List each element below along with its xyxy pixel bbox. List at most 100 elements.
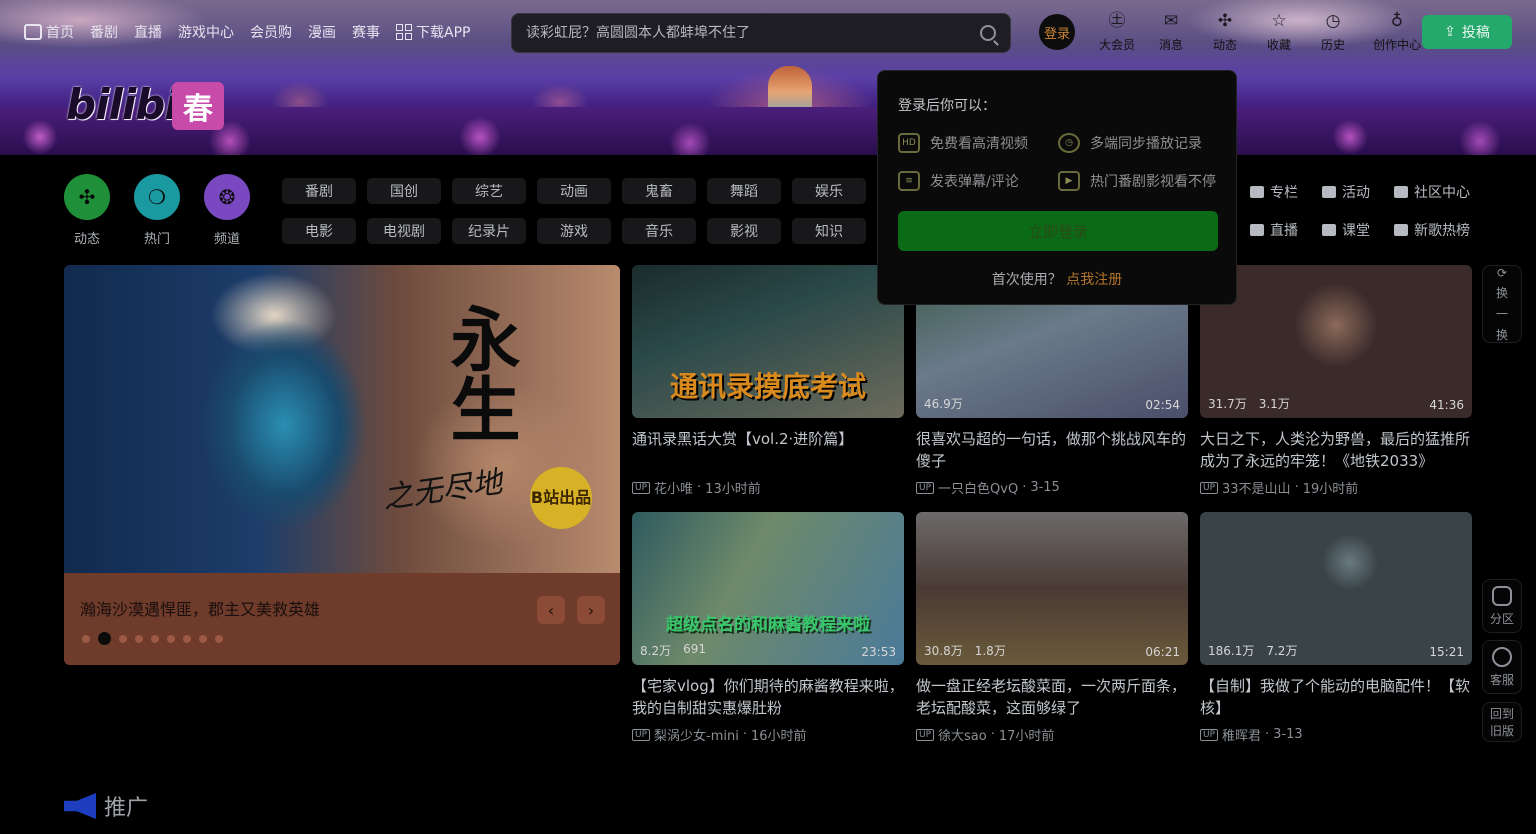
video-uploader[interactable]: 梨涡少女-mini	[654, 725, 739, 744]
tv-icon	[24, 24, 42, 40]
quick-channel[interactable]: ❂ 频道	[204, 174, 250, 247]
hero-next-button[interactable]: ›	[577, 596, 605, 624]
hero-dot[interactable]	[82, 634, 90, 643]
hero-dot[interactable]	[199, 634, 207, 643]
hero-caption[interactable]: 瀚海沙漠遇悍匪，郡主又美救英雄	[80, 596, 320, 620]
link-live[interactable]: 直播	[1250, 220, 1320, 240]
video-card[interactable]: 186.1万 7.2万 15:21 【自制】我做了个能动的电脑配件！【软核】 UP…	[1200, 512, 1472, 744]
category-animation[interactable]: 动画	[537, 178, 611, 204]
message-icon: ✉	[1163, 11, 1179, 31]
danmaku-count: 7.2万	[1266, 644, 1298, 658]
hero-dot[interactable]	[135, 634, 143, 643]
link-column[interactable]: 专栏	[1250, 182, 1320, 202]
danmaku-count: 1.8万	[974, 644, 1006, 658]
register-link[interactable]: 点我注册	[1066, 272, 1122, 288]
link-activity[interactable]: 活动	[1322, 182, 1392, 202]
video-title[interactable]: 【宅家vlog】你们期待的麻酱教程来啦，我的自制甜实惠爆肚粉	[632, 675, 904, 719]
video-uploader[interactable]: 花小唯	[654, 478, 693, 497]
video-title[interactable]: 大日之下，人类沦为野兽，最后的猛推所成为了永远的牢笼！《地铁2033》	[1200, 428, 1472, 472]
video-title[interactable]: 通讯录黑话大赏【vol.2·进阶篇】	[632, 428, 904, 472]
video-thumbnail[interactable]: 186.1万 7.2万 15:21	[1200, 512, 1472, 665]
top-nav: 首页 番剧 直播 游戏中心 会员购 漫画 赛事 下载APP	[24, 20, 470, 44]
play-icon: ▶	[1058, 171, 1080, 191]
partition-button[interactable]: 分区	[1482, 579, 1522, 633]
video-thumbnail[interactable]: 超级点名的和麻酱教程来啦 8.2万 691 23:53	[632, 512, 904, 665]
video-thumbnail[interactable]: 31.7万 3.1万 41:36	[1200, 265, 1472, 418]
nav-dynamic[interactable]: ✣ 动态	[1198, 10, 1252, 53]
category-game[interactable]: 游戏	[537, 218, 611, 244]
quick-dynamic[interactable]: ✣ 动态	[64, 174, 110, 247]
category-knowledge[interactable]: 知识	[792, 218, 866, 244]
feature-hd: HD 免费看高清视频	[898, 133, 1058, 153]
nav-manga[interactable]: 漫画	[308, 22, 336, 42]
search-input[interactable]	[526, 25, 980, 41]
video-stats: 30.8万 1.8万	[924, 642, 1006, 659]
hero-badge: B站出品	[530, 467, 592, 529]
video-thumbnail[interactable]: 30.8万 1.8万 06:21	[916, 512, 1188, 665]
category-guochuang[interactable]: 国创	[367, 178, 441, 204]
category-film[interactable]: 影视	[707, 218, 781, 244]
link-community[interactable]: 社区中心	[1394, 182, 1494, 202]
hero-dot[interactable]	[215, 634, 223, 643]
category-entertainment[interactable]: 娱乐	[792, 178, 866, 204]
quick-hot[interactable]: ❍ 热门	[134, 174, 180, 247]
history-icon: ◷	[1325, 11, 1341, 31]
video-card[interactable]: 超级点名的和麻酱教程来啦 8.2万 691 23:53 【宅家vlog】你们期待的…	[632, 512, 904, 744]
link-course[interactable]: 课堂	[1322, 220, 1392, 240]
video-title[interactable]: 【自制】我做了个能动的电脑配件！【软核】	[1200, 675, 1472, 719]
link-music-chart[interactable]: 新歌热榜	[1394, 220, 1494, 240]
category-music[interactable]: 音乐	[622, 218, 696, 244]
video-title[interactable]: 很喜欢马超的一句话，做那个挑战风车的傻子	[916, 428, 1188, 472]
video-uploader[interactable]: 稚晖君	[1222, 725, 1261, 744]
nav-vip[interactable]: ㊏大会员	[1090, 10, 1144, 53]
video-meta: UP 一只白色QvQ · 3-15	[916, 478, 1188, 497]
video-time: 17小时前	[998, 729, 1055, 744]
category-variety[interactable]: 综艺	[452, 178, 526, 204]
video-thumbnail[interactable]: 通讯录摸底考试	[632, 265, 904, 418]
refresh-button[interactable]: ⟳ 换 一 换	[1482, 265, 1522, 343]
hero-dot-active[interactable]	[98, 632, 111, 645]
nav-live[interactable]: 直播	[134, 22, 162, 42]
nav-bangumi[interactable]: 番剧	[90, 22, 118, 42]
nav-history[interactable]: ◷ 历史	[1306, 10, 1360, 53]
video-uploader[interactable]: 徐大sao	[938, 725, 987, 744]
up-tag: UP	[916, 728, 935, 741]
video-uploader[interactable]: 33不是山山	[1222, 478, 1291, 497]
old-version-button[interactable]: 回到 旧版	[1482, 702, 1522, 742]
login-avatar[interactable]: 登录	[1039, 14, 1075, 50]
nav-message[interactable]: ✉ 消息	[1144, 10, 1198, 53]
hero-image	[64, 265, 620, 575]
video-title[interactable]: 做一盘正经老坛酸菜面，一次两斤面条，老坛配酸菜，这面够绿了	[916, 675, 1188, 719]
video-meta: UP 花小唯 · 13小时前	[632, 478, 904, 497]
customer-service-button[interactable]: 客服	[1482, 640, 1522, 694]
nav-mall[interactable]: 会员购	[250, 22, 292, 42]
upload-button[interactable]: ⇪ 投稿	[1422, 15, 1512, 49]
video-card[interactable]: 通讯录摸底考试 通讯录黑话大赏【vol.2·进阶篇】 UP 花小唯 · 13小时前	[632, 265, 904, 497]
hero-dot[interactable]	[167, 634, 175, 643]
hero-carousel[interactable]: 永生 之无尽地 B站出品 瀚海沙漠遇悍匪，郡主又美救英雄 ‹ ›	[64, 265, 620, 665]
category-bangumi[interactable]: 番剧	[282, 178, 356, 204]
nav-game-center[interactable]: 游戏中心	[178, 22, 234, 42]
hero-dot[interactable]	[151, 634, 159, 643]
hero-prev-button[interactable]: ‹	[537, 596, 565, 624]
video-card[interactable]: 30.8万 1.8万 06:21 做一盘正经老坛酸菜面，一次两斤面条，老坛配酸菜，…	[916, 512, 1188, 744]
category-kichiku[interactable]: 鬼畜	[622, 178, 696, 204]
category-movie[interactable]: 电影	[282, 218, 356, 244]
category-dance[interactable]: 舞蹈	[707, 178, 781, 204]
hero-dot[interactable]	[183, 634, 191, 643]
nav-match[interactable]: 赛事	[352, 22, 380, 42]
partition-icon	[1492, 585, 1512, 606]
nav-favorite[interactable]: ☆ 收藏	[1252, 10, 1306, 53]
sync-icon: ◷	[1058, 133, 1080, 153]
video-uploader[interactable]: 一只白色QvQ	[938, 478, 1018, 497]
search-icon[interactable]	[980, 25, 996, 41]
login-now-button[interactable]: 立即登录	[898, 211, 1218, 251]
video-card[interactable]: 31.7万 3.1万 41:36 大日之下，人类沦为野兽，最后的猛推所成为了永远的…	[1200, 265, 1472, 497]
category-tv[interactable]: 电视剧	[367, 218, 441, 244]
video-stats: 46.9万	[924, 395, 963, 412]
favorite-icon: ☆	[1271, 11, 1287, 31]
category-documentary[interactable]: 纪录片	[452, 218, 526, 244]
nav-download-app[interactable]: 下载APP	[396, 22, 470, 42]
hero-dot[interactable]	[119, 634, 127, 643]
nav-home[interactable]: 首页	[24, 22, 74, 42]
